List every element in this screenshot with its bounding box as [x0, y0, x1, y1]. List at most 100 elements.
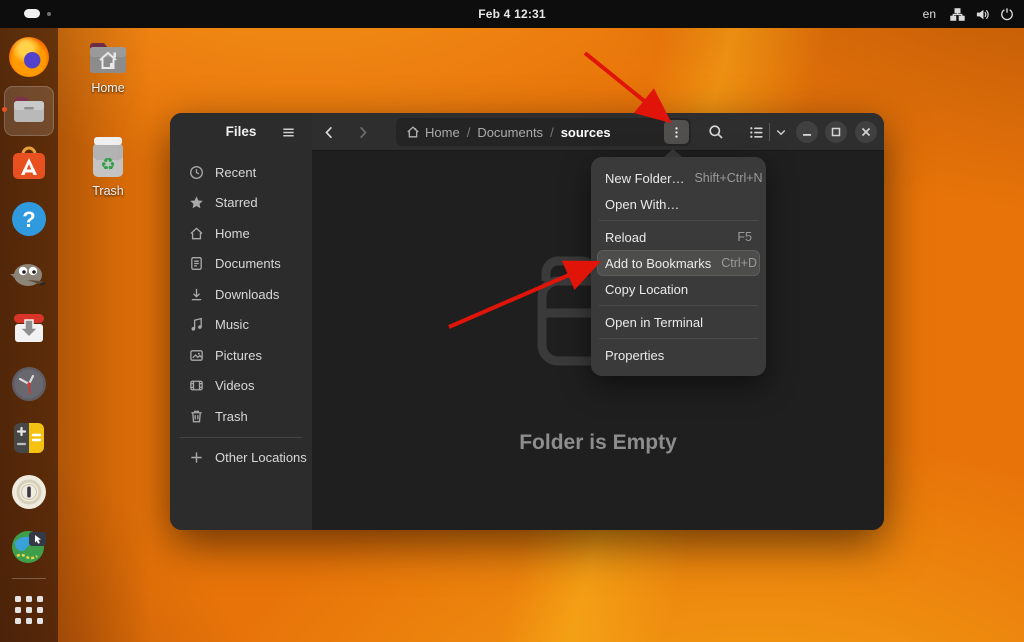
- dock-divider: [12, 578, 46, 579]
- power-icon[interactable]: [1000, 7, 1014, 21]
- dock-browser[interactable]: [9, 526, 49, 566]
- network-icon[interactable]: [950, 7, 965, 22]
- globe-cursor-icon: [9, 526, 49, 566]
- sidebar-item-trash[interactable]: Trash: [174, 401, 308, 432]
- chevron-down-icon: [775, 126, 787, 138]
- sidebar-item-downloads[interactable]: Downloads: [174, 279, 308, 310]
- menu-item-copy-location[interactable]: Copy Location: [597, 276, 760, 302]
- search-icon: [708, 124, 724, 140]
- firefox-icon: [9, 37, 49, 77]
- path-menu-button[interactable]: [664, 120, 689, 144]
- sidebar-item-other-locations[interactable]: Other Locations: [174, 443, 308, 474]
- menu-item-new-folder[interactable]: New Folder… Shift+Ctrl+N: [597, 165, 760, 191]
- help-icon: ?: [9, 199, 49, 239]
- keyring-icon: [9, 472, 49, 512]
- close-button[interactable]: [855, 121, 877, 143]
- minimize-button[interactable]: [796, 121, 818, 143]
- menu-item-label: Open With…: [605, 197, 679, 212]
- chevron-right-icon: [355, 125, 370, 140]
- dock-running-indicator: [2, 107, 7, 112]
- recent-icon: [189, 165, 204, 180]
- sidebar-item-documents[interactable]: Documents: [174, 249, 308, 280]
- sidebar-item-label: Documents: [215, 256, 281, 271]
- hamburger-icon: [281, 125, 296, 140]
- back-button[interactable]: [317, 120, 341, 144]
- maximize-button[interactable]: [825, 121, 847, 143]
- sidebar-item-pictures[interactable]: Pictures: [174, 340, 308, 371]
- dock-help[interactable]: ?: [9, 199, 49, 239]
- sidebar-item-label: Music: [215, 317, 249, 332]
- sidebar-item-recent[interactable]: Recent: [174, 157, 308, 188]
- sidebar-menu-button[interactable]: [276, 120, 300, 144]
- sidebar-item-label: Trash: [215, 409, 248, 424]
- dock-clocks[interactable]: [9, 364, 49, 404]
- system-tray[interactable]: en: [923, 0, 1014, 28]
- sidebar-item-label: Recent: [215, 165, 256, 180]
- search-button[interactable]: [704, 120, 728, 144]
- clock[interactable]: Feb 4 12:31: [0, 7, 1024, 21]
- dock-ubuntu-software[interactable]: [9, 145, 49, 185]
- path-segment-current: sources: [561, 125, 611, 140]
- menu-item-label: Reload: [605, 230, 646, 245]
- volume-icon[interactable]: [975, 7, 990, 22]
- sidebar-item-label: Home: [215, 226, 250, 241]
- sidebar-item-music[interactable]: Music: [174, 310, 308, 341]
- menu-separator: [599, 338, 758, 339]
- top-bar: Feb 4 12:31 en: [0, 0, 1024, 28]
- menu-item-reload[interactable]: Reload F5: [597, 224, 760, 250]
- calculator-icon: [9, 418, 49, 458]
- dock-keyring[interactable]: [9, 472, 49, 512]
- sidebar: Recent Starred Home Documents Downloads: [170, 151, 312, 530]
- header-bar: Files Home / Documents / sources: [170, 113, 884, 151]
- download-icon: [189, 287, 204, 302]
- menu-item-open-with[interactable]: Open With…: [597, 191, 760, 217]
- desktop-icon-trash[interactable]: ♻ Trash: [80, 134, 136, 198]
- button-divider: [769, 123, 770, 141]
- dock-files[interactable]: [9, 90, 49, 130]
- menu-item-shortcut: Ctrl+D: [721, 256, 757, 270]
- clocks-icon: [9, 364, 49, 404]
- gimp-icon: [9, 253, 49, 293]
- dock-software-updater[interactable]: [9, 308, 49, 348]
- context-menu: New Folder… Shift+Ctrl+N Open With… Relo…: [591, 157, 766, 376]
- view-options-button[interactable]: [742, 119, 794, 145]
- desktop-icon-label: Trash: [80, 184, 136, 198]
- menu-item-label: Open in Terminal: [605, 315, 703, 330]
- sidebar-item-label: Downloads: [215, 287, 279, 302]
- menu-item-shortcut: Shift+Ctrl+N: [694, 171, 762, 185]
- home-icon: [189, 226, 204, 241]
- close-icon: [861, 127, 871, 137]
- menu-item-add-to-bookmarks[interactable]: Add to Bookmarks Ctrl+D: [597, 250, 760, 276]
- desktop-icon-home[interactable]: Home: [80, 37, 136, 95]
- sidebar-item-label: Videos: [215, 378, 255, 393]
- path-segment-home[interactable]: Home: [425, 125, 460, 140]
- forward-button[interactable]: [350, 120, 374, 144]
- dock-gimp[interactable]: [9, 253, 49, 293]
- popover-arrow: [664, 149, 682, 157]
- dock: ?: [0, 28, 58, 642]
- sidebar-item-videos[interactable]: Videos: [174, 371, 308, 402]
- dock-firefox[interactable]: [9, 37, 49, 77]
- dock-calculator[interactable]: [9, 418, 49, 458]
- path-segment-documents[interactable]: Documents: [477, 125, 543, 140]
- svg-text:♻: ♻: [100, 155, 115, 175]
- sidebar-divider: [180, 437, 302, 438]
- menu-item-open-in-terminal[interactable]: Open in Terminal: [597, 309, 760, 335]
- video-icon: [189, 378, 204, 393]
- keyboard-layout-indicator[interactable]: en: [923, 7, 936, 21]
- software-updater-icon: [9, 308, 49, 348]
- menu-item-label: Properties: [605, 348, 664, 363]
- dock-show-applications[interactable]: [15, 596, 55, 636]
- sidebar-item-label: Starred: [215, 195, 258, 210]
- menu-item-shortcut: F5: [737, 230, 752, 244]
- sidebar-item-starred[interactable]: Starred: [174, 188, 308, 219]
- menu-item-label: Add to Bookmarks: [605, 256, 711, 271]
- maximize-icon: [831, 127, 841, 137]
- picture-icon: [189, 348, 204, 363]
- path-bar[interactable]: Home / Documents / sources: [396, 118, 691, 146]
- menu-item-properties[interactable]: Properties: [597, 342, 760, 368]
- kebab-menu-icon: [670, 126, 683, 139]
- sidebar-item-home[interactable]: Home: [174, 218, 308, 249]
- path-separator: /: [467, 125, 471, 140]
- trash-icon: [189, 409, 204, 424]
